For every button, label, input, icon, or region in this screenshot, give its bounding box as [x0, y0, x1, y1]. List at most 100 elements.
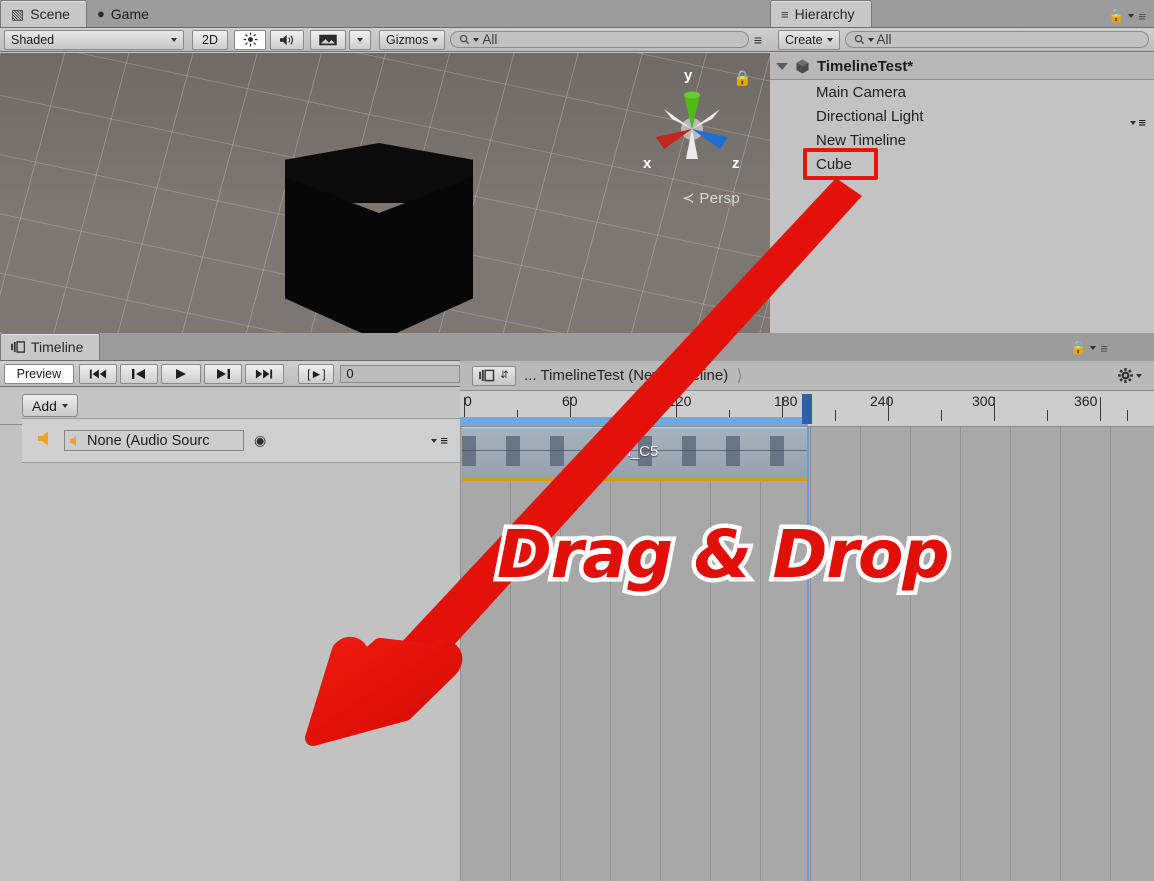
first-frame-button[interactable] — [78, 363, 117, 384]
chevron-down-icon — [432, 37, 439, 42]
hamburger-icon[interactable]: ≡ — [1138, 9, 1146, 24]
breadcrumb[interactable]: ... TimelineTest (New Timeline) — [524, 367, 728, 384]
gizmo-z-label: z — [732, 155, 740, 172]
playhead-line — [807, 427, 809, 881]
triangle-down-icon[interactable] — [776, 62, 788, 70]
search-icon — [460, 34, 470, 45]
timeline-settings-button[interactable] — [1117, 367, 1142, 384]
timeline-lock-row: 🔒 ≡ — [1070, 340, 1108, 356]
gizmos-dropdown[interactable]: Gizmos — [379, 29, 446, 50]
scene-orientation-gizmo[interactable]: y x z — [642, 67, 742, 181]
scene-viewport[interactable]: 🔒 y x z ≺ Persp — [0, 53, 770, 333]
effects-toggle-button[interactable] — [310, 29, 346, 50]
ruler-tick-label: 300 — [972, 393, 996, 409]
ruler-tick-label: 120 — [668, 393, 692, 409]
tab-scene[interactable]: ▧ Scene — [0, 0, 87, 27]
frame-value: 0 — [346, 366, 354, 381]
ruler-minor-tick — [835, 410, 836, 421]
hamburger-icon: ≡ — [440, 433, 448, 448]
playhead-handle[interactable] — [802, 394, 812, 424]
audio-clip[interactable]: sin_C5 — [462, 427, 808, 481]
target-picker-icon[interactable]: ◉ — [254, 432, 266, 449]
track-menu-button[interactable]: ≡ — [431, 433, 448, 448]
hierarchy-item-label: Main Camera — [816, 83, 907, 101]
track-mode-button[interactable]: ⇵ — [472, 365, 516, 386]
create-button[interactable]: Create — [778, 29, 840, 50]
last-frame-button[interactable] — [244, 363, 285, 384]
chevron-down-icon — [1130, 120, 1137, 125]
projection-mode[interactable]: ≺ Persp — [682, 189, 740, 207]
tab-hierarchy[interactable]: ≡ Hierarchy — [770, 0, 872, 27]
chevron-down-icon — [171, 37, 177, 42]
ruler-major-tick — [888, 397, 889, 421]
lighting-toggle-button[interactable] — [234, 29, 266, 50]
hamburger-icon[interactable]: ≡ — [1100, 341, 1108, 356]
image-icon — [319, 34, 337, 45]
timeline-range-bar[interactable] — [460, 417, 808, 426]
list-icon: ≡ — [781, 6, 789, 22]
chevron-down-icon[interactable] — [1090, 346, 1097, 350]
hierarchy-item-label: Directional Light — [816, 107, 924, 125]
timeline-tracks-area[interactable]: sin_C5 — [460, 427, 1154, 881]
hierarchy-scene-root[interactable]: TimelineTest* — [770, 53, 1154, 80]
add-track-button[interactable]: Add — [22, 394, 78, 417]
ruler-major-tick — [1100, 397, 1101, 421]
audio-track-header[interactable]: None (Audio Sourc ◉ ≡ — [22, 418, 460, 463]
timeline-left-column: Timeline Preview [►] 0 Add None (Audio S… — [0, 333, 461, 881]
ruler-minor-tick — [1047, 410, 1048, 421]
play-range-button[interactable]: [►] — [298, 363, 335, 384]
tab-game[interactable]: ● Game — [87, 0, 165, 27]
next-frame-button[interactable] — [203, 363, 242, 384]
chevron-down-icon — [1136, 373, 1142, 378]
chevron-down-icon[interactable] — [1128, 14, 1135, 18]
frame-input[interactable]: 0 — [340, 364, 461, 383]
ruler-tick-label: 360 — [1074, 393, 1098, 409]
toggle-2d-button[interactable]: 2D — [192, 29, 228, 50]
toggle-2d-label: 2D — [202, 32, 218, 47]
scene-panel: ▧ Scene ● Game Shaded 2D Gizmos All ≡ 🔒 … — [0, 0, 770, 333]
preview-label: Preview — [16, 366, 62, 381]
gear-icon — [1118, 368, 1133, 383]
ruler-minor-tick — [941, 410, 942, 421]
tab-timeline[interactable]: Timeline — [0, 333, 101, 360]
breadcrumb-chevron-icon: ⟩ — [736, 365, 743, 385]
hamburger-icon: ≡ — [1138, 115, 1146, 130]
hierarchy-lock-row: 🔒 ≡ — [1108, 8, 1146, 24]
padlock-icon[interactable]: 🔒 — [1070, 340, 1086, 356]
hierarchy-item-label: New Timeline — [816, 131, 907, 149]
hierarchy-row-menu[interactable]: ≡ — [1130, 115, 1146, 130]
chevron-left-icon: ≺ — [681, 190, 695, 207]
hierarchy-root-label: TimelineTest* — [817, 57, 914, 75]
hierarchy-search-input[interactable]: All — [844, 31, 1149, 48]
tab-game-label: Game — [110, 5, 149, 22]
gizmos-label: Gizmos — [386, 32, 429, 47]
scene-toolbar: Shaded 2D Gizmos All ≡ — [0, 28, 770, 52]
chevron-down-icon — [867, 37, 874, 42]
ruler-tick-label: 0 — [464, 393, 472, 409]
hierarchy-item-main-camera[interactable]: Main Camera — [770, 80, 1154, 104]
gizmo-x-label: x — [643, 155, 652, 172]
timeline-icon — [11, 341, 25, 353]
ruler-minor-tick — [1127, 410, 1128, 421]
audio-source-field[interactable]: None (Audio Sourc — [64, 430, 244, 451]
preview-button[interactable]: Preview — [4, 363, 74, 384]
play-button[interactable] — [160, 363, 201, 384]
grid-icon: ▧ — [11, 5, 25, 22]
shading-mode-dropdown[interactable]: Shaded — [4, 29, 184, 50]
prev-frame-button[interactable] — [119, 363, 158, 384]
timeline-ruler[interactable]: 0 60 120 180 240 300 360 — [460, 391, 1154, 427]
tab-hierarchy-label: Hierarchy — [794, 6, 855, 22]
effects-dropdown[interactable] — [349, 29, 371, 50]
audio-speaker-icon[interactable] — [36, 430, 58, 452]
cube-object[interactable] — [285, 143, 473, 333]
scene-options-icon[interactable]: ≡ — [754, 32, 762, 48]
hierarchy-search-placeholder: All — [876, 32, 892, 47]
audio-toggle-button[interactable] — [270, 29, 304, 50]
hierarchy-item-directional-light[interactable]: Directional Light — [770, 104, 1154, 128]
scene-search-input[interactable]: All — [450, 31, 749, 48]
timeline-right-column: 🔒 ≡ ⇵ ... TimelineTest (New Timeline) ⟩ — [460, 333, 1154, 881]
hierarchy-toolbar: Create All — [770, 28, 1154, 52]
hierarchy-tree: TimelineTest* ≡ Main Camera Directional … — [770, 53, 1154, 333]
padlock-icon[interactable]: 🔒 — [1108, 8, 1124, 24]
timeline-panel: Timeline Preview [►] 0 Add None (Audio S… — [0, 333, 1154, 881]
